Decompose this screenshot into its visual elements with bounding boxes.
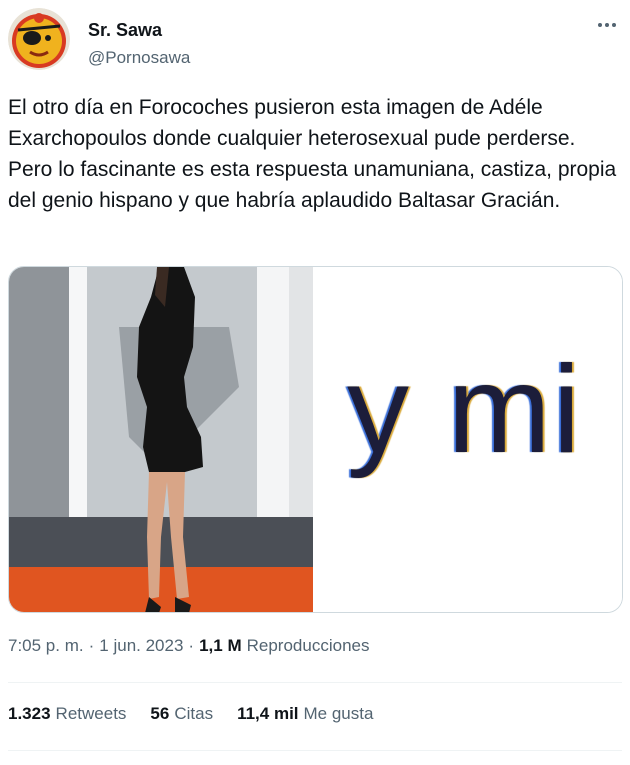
views-label: Reproducciones: [246, 636, 370, 655]
avatar[interactable]: [8, 8, 70, 70]
quotes-label: Citas: [174, 704, 214, 723]
meta-separator: ·: [188, 636, 195, 655]
pirate-avatar-icon: [8, 8, 70, 70]
author-name[interactable]: Sr. Sawa: [88, 20, 162, 41]
divider: [8, 682, 622, 683]
quotes-count: 56: [150, 704, 170, 723]
tweet-meta: 7:05 p. m. · 1 jun. 2023 · 1,1 M Reprodu…: [8, 636, 369, 656]
likes-stat[interactable]: 11,4 mil Me gusta: [237, 704, 373, 724]
views-count: 1,1 M: [199, 636, 242, 655]
tweet-time[interactable]: 7:05 p. m.: [8, 636, 84, 656]
tweet-stats: 1.323 Retweets 56 Citas 11,4 mil Me gust…: [8, 704, 373, 724]
retweets-count: 1.323: [8, 704, 51, 723]
more-options-icon: [598, 23, 616, 27]
quotes-stat[interactable]: 56 Citas: [150, 704, 213, 724]
image-caption-text: y mi: [347, 341, 583, 479]
retweets-stat[interactable]: 1.323 Retweets: [8, 704, 126, 724]
author-handle[interactable]: @Pornosawa: [88, 48, 190, 68]
tweet-media: y mi: [8, 266, 623, 613]
tweet-header: Sr. Sawa @Pornosawa: [8, 8, 622, 70]
tweet-text: El otro día en Forocoches pusieron esta …: [8, 96, 617, 212]
red-carpet-photo: [9, 267, 313, 612]
likes-label: Me gusta: [303, 704, 374, 723]
more-options-button[interactable]: [592, 14, 622, 36]
media-photo-red-carpet[interactable]: [9, 267, 315, 612]
media-image-text[interactable]: y mi: [315, 267, 622, 612]
tweet-date[interactable]: 1 jun. 2023: [99, 636, 183, 656]
divider: [8, 750, 622, 751]
likes-count: 11,4 mil: [237, 704, 299, 723]
retweets-label: Retweets: [55, 704, 127, 723]
meta-separator: ·: [88, 636, 95, 655]
